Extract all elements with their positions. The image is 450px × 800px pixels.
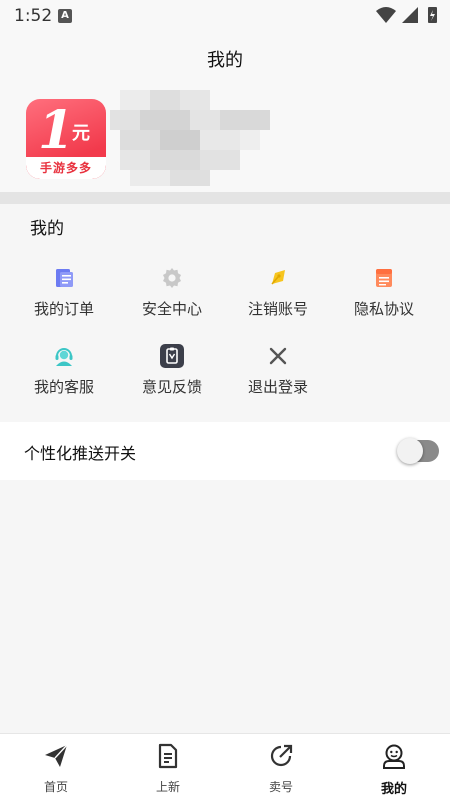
user-face-icon xyxy=(383,744,405,769)
menu-item-label: 安全中心 xyxy=(141,300,202,318)
status-icons xyxy=(376,7,437,23)
tab-sell[interactable]: 卖号 xyxy=(225,734,337,800)
tab-new[interactable]: 上新 xyxy=(112,734,224,800)
tab-label: 卖号 xyxy=(268,780,293,794)
app-logo: 1 元 手游多多 xyxy=(26,99,106,179)
pen-icon xyxy=(271,270,285,285)
external-link-icon xyxy=(270,744,293,767)
close-icon xyxy=(269,347,287,365)
notification-badge: A xyxy=(58,9,72,23)
document-icon xyxy=(158,743,178,769)
menu-item-label: 注销账号 xyxy=(247,300,308,318)
bottom-tab-bar: 首页 上新 卖号 我的 xyxy=(0,733,450,800)
customer-service-icon xyxy=(55,348,73,366)
logo-big-text: 1 xyxy=(38,100,75,161)
signal-icon xyxy=(402,7,418,23)
tab-home[interactable]: 首页 xyxy=(0,734,112,800)
mine-section: 我的 我的订单 安全中心 注销账号 隐私协议 我的客服 意见反馈 退出登录 xyxy=(0,204,450,420)
tab-label: 首页 xyxy=(43,780,68,794)
document-icon xyxy=(376,269,392,287)
menu-item-label: 意见反馈 xyxy=(141,378,202,396)
blurred-username xyxy=(110,90,270,190)
page-title: 我的 xyxy=(207,50,243,71)
tab-mine[interactable]: 我的 xyxy=(338,734,450,800)
tab-label: 上新 xyxy=(155,780,180,794)
menu-item-security-center[interactable]: 安全中心 xyxy=(118,266,226,336)
menu-item-privacy-policy[interactable]: 隐私协议 xyxy=(330,266,438,336)
menu-item-label: 退出登录 xyxy=(247,378,308,396)
feedback-icon xyxy=(160,344,184,368)
status-time: 1:52 xyxy=(14,6,53,26)
menu-item-cancel-account[interactable]: 注销账号 xyxy=(224,266,332,336)
menu-item-label: 隐私协议 xyxy=(353,300,414,318)
tab-label: 我的 xyxy=(380,782,407,797)
paper-plane-icon xyxy=(45,744,68,767)
menu-item-label: 我的客服 xyxy=(33,378,94,396)
push-toggle-label: 个性化推送开关 xyxy=(24,444,137,463)
menu-item-customer-service[interactable]: 我的客服 xyxy=(10,344,118,414)
section-divider xyxy=(0,192,450,204)
logo-small-text: 元 xyxy=(72,123,90,144)
menu-item-feedback[interactable]: 意见反馈 xyxy=(118,344,226,414)
menu-item-my-orders[interactable]: 我的订单 xyxy=(10,266,118,336)
push-toggle-row: 个性化推送开关 xyxy=(0,422,450,480)
section-title: 我的 xyxy=(30,219,64,239)
toggle-knob xyxy=(397,438,423,464)
wifi-icon xyxy=(376,7,396,23)
header: 我的 xyxy=(0,32,450,84)
gear-icon xyxy=(163,268,181,288)
menu-item-logout[interactable]: 退出登录 xyxy=(224,344,332,414)
logo-banner-text: 手游多多 xyxy=(39,161,92,175)
menu-item-label: 我的订单 xyxy=(33,300,94,318)
status-bar: 1:52 A xyxy=(0,0,450,32)
logo-banner: 手游多多 xyxy=(26,157,106,179)
order-icon xyxy=(56,269,73,287)
profile-card[interactable]: 1 元 手游多多 xyxy=(0,84,450,192)
push-toggle-switch[interactable] xyxy=(397,438,439,464)
